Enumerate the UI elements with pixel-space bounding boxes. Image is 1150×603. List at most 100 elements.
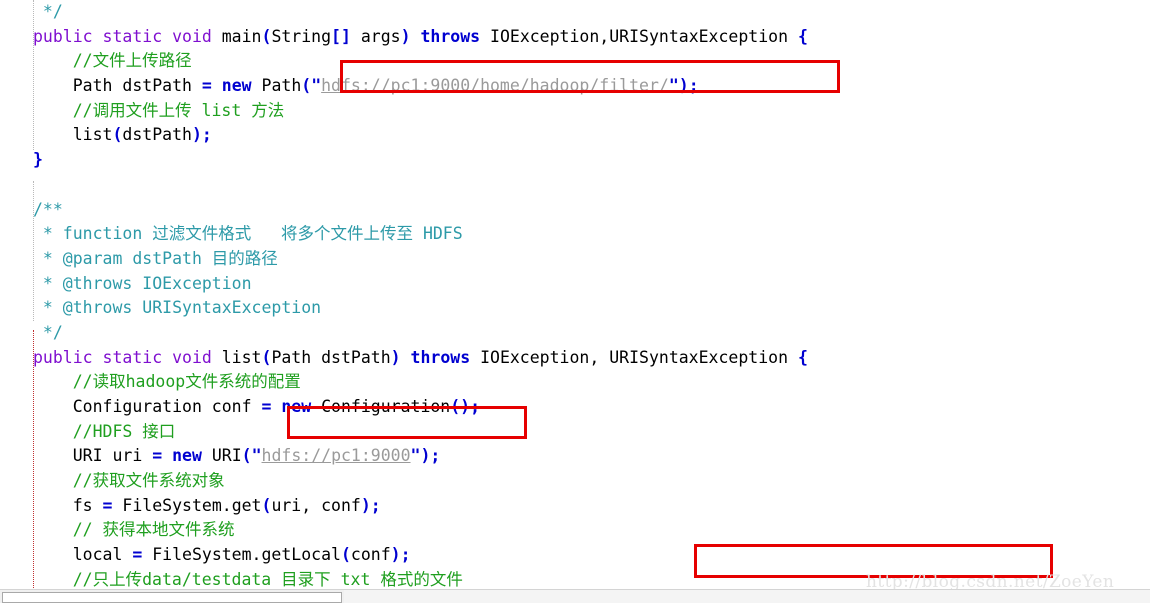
code-token: //HDFS 接口 <box>33 421 176 441</box>
code-token: fs <box>33 495 103 515</box>
code-token: ; <box>201 125 212 145</box>
code-token: ) <box>400 26 411 46</box>
code-line[interactable]: * function 过滤文件格式 将多个文件上传至 HDFS <box>0 222 1150 247</box>
code-token: = <box>152 446 163 466</box>
code-token: */ <box>33 2 63 21</box>
code-token: throws <box>410 347 471 367</box>
code-token: //调用文件上传 list 方法 <box>33 100 285 120</box>
code-token: ; <box>370 495 381 515</box>
code-token: hdfs://pc1:9000/home/hadoop/filter/ <box>321 76 669 96</box>
code-token: */ <box>33 322 63 342</box>
code-token: * @throws IOException <box>33 273 252 293</box>
code-line[interactable]: */ <box>0 0 1150 25</box>
code-token: ) <box>360 495 371 515</box>
code-token: " <box>410 446 421 466</box>
code-token: new <box>281 397 312 416</box>
code-line[interactable]: fs = FileSystem.get(uri, conf); <box>0 494 1150 519</box>
code-token: * @throws URISyntaxException <box>33 298 322 318</box>
code-token: { <box>797 26 808 46</box>
code-line[interactable]: * @throws IOException <box>0 272 1150 297</box>
code-token: list <box>221 347 262 367</box>
code-line[interactable]: list(dstPath); <box>0 123 1150 148</box>
code-line[interactable]: * @param dstPath 目的路径 <box>0 247 1150 272</box>
code-token: = <box>102 495 113 515</box>
code-token: ; <box>400 545 411 565</box>
code-line[interactable]: URI uri = new URI("hdfs://pc1:9000"); <box>0 444 1150 469</box>
code-token: ) <box>678 76 689 96</box>
code-token: } <box>33 150 43 170</box>
code-token: list <box>33 125 113 145</box>
code-token: ( <box>261 26 272 46</box>
code-token: /** <box>33 199 63 219</box>
code-token: = <box>201 76 212 96</box>
code-line[interactable]: */ <box>0 321 1150 346</box>
code-line[interactable]: // 获得本地文件系统 <box>0 518 1150 543</box>
code-line[interactable]: //读取hadoop文件系统的配置 <box>0 370 1150 395</box>
code-token: dstPath <box>122 125 192 145</box>
code-token: ( <box>241 446 252 466</box>
code-token: = <box>132 545 143 565</box>
code-token: () <box>450 397 471 416</box>
code-token: = <box>261 397 272 416</box>
code-line[interactable]: //获取文件系统对象 <box>0 469 1150 494</box>
code-token: //只上传data/testdata 目录下 txt 格式的文件 <box>33 569 463 589</box>
code-line[interactable]: Path dstPath = new Path("hdfs://pc1:9000… <box>0 74 1150 99</box>
code-token: Path dstPath <box>33 76 202 96</box>
code-line[interactable] <box>0 173 1150 198</box>
code-token: URI uri <box>33 446 153 466</box>
horizontal-scrollbar-thumb[interactable] <box>2 592 342 603</box>
code-token: FileSystem.get <box>112 495 262 515</box>
code-token: uri, conf <box>271 495 361 515</box>
code-token: ( <box>301 76 312 96</box>
code-token: args <box>350 26 401 46</box>
code-token: ) <box>390 545 401 565</box>
code-token: Path dstPath <box>271 347 391 367</box>
code-line[interactable]: public static void main(String[] args) t… <box>0 25 1150 50</box>
code-token: Configuration <box>311 397 451 416</box>
code-line[interactable]: //HDFS 接口 <box>0 420 1150 445</box>
code-token: //读取hadoop文件系统的配置 <box>33 372 301 392</box>
code-token: [] <box>331 26 351 46</box>
code-token: " <box>251 446 262 466</box>
code-token: hdfs://pc1:9000 <box>261 446 411 466</box>
code-token: // 获得本地文件系统 <box>33 520 235 540</box>
code-token: ) <box>390 347 401 367</box>
code-token: URI <box>201 446 242 466</box>
code-token: " <box>311 76 322 96</box>
code-line[interactable]: /** <box>0 198 1150 223</box>
code-token: public static void <box>33 347 222 367</box>
code-token: IOException,URISyntaxException <box>480 26 798 46</box>
horizontal-scrollbar[interactable] <box>0 589 1150 603</box>
code-line[interactable]: Configuration conf = new Configuration()… <box>0 395 1150 420</box>
code-token: throws <box>420 26 481 46</box>
code-token: ) <box>420 446 431 466</box>
code-line[interactable]: local = FileSystem.getLocal(conf); <box>0 543 1150 568</box>
code-line[interactable]: * @throws URISyntaxException <box>0 296 1150 321</box>
code-token: ( <box>112 125 123 145</box>
code-token: ( <box>340 545 351 565</box>
source-code-text[interactable]: */public static void main(String[] args)… <box>0 0 1150 603</box>
code-token: * @param dstPath 目的路径 <box>33 248 278 268</box>
code-token: public static void <box>33 26 222 46</box>
code-token: ; <box>470 397 481 416</box>
code-token: new <box>172 446 202 466</box>
code-token: ; <box>430 446 441 466</box>
code-line[interactable]: public static void list(Path dstPath) th… <box>0 346 1150 371</box>
code-token: main <box>221 26 262 46</box>
code-token: FileSystem.getLocal <box>142 545 341 565</box>
code-token: ( <box>261 495 272 515</box>
code-token: " <box>668 76 679 96</box>
horizontal-scrollbar-track[interactable] <box>344 590 1150 603</box>
code-token: new <box>221 76 252 96</box>
code-editor-viewport: */public static void main(String[] args)… <box>0 0 1150 603</box>
code-line[interactable]: //文件上传路径 <box>0 49 1150 74</box>
code-line[interactable]: } <box>0 148 1150 173</box>
code-token: String <box>271 26 332 46</box>
code-token: ( <box>261 347 272 367</box>
code-line[interactable]: //调用文件上传 list 方法 <box>0 99 1150 124</box>
